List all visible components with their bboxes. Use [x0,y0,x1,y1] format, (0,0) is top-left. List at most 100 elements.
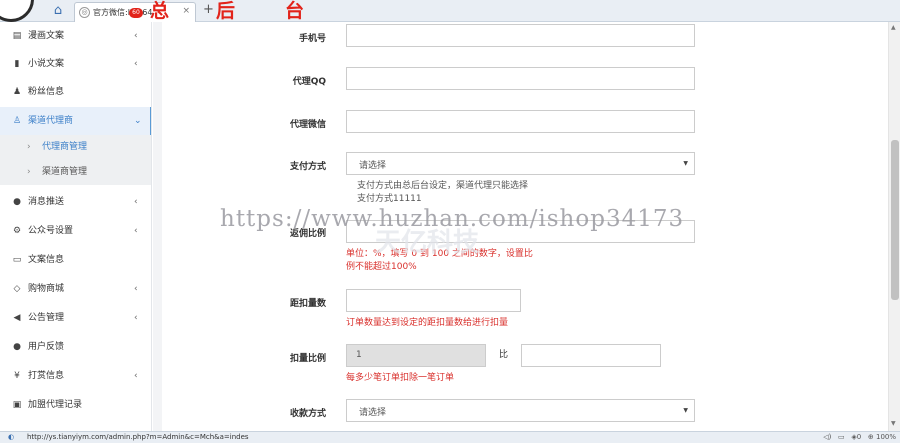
wechat-label: 代理微信 [289,120,326,130]
deduct-gap-label: 距扣量数 [289,299,326,309]
chat-bubble-icon: ● [13,197,21,207]
user-plus-icon: ♙ [12,116,22,126]
sidebar-item-label: 公告管理 [28,313,65,323]
browser-status-bar: ◐ http://ys.tianyiym.com/admin.php?m=Adm… [0,431,900,443]
book-icon: ▮ [14,59,20,69]
ratio-error-line-2: 例不能超过100% [346,262,417,272]
monitor-icon[interactable]: ▭ [838,433,845,441]
sidebar-item-label: 文案信息 [28,255,65,265]
chevron-left-icon: ‹ [134,371,138,381]
content-gutter [153,22,162,431]
payment-selected-value: 请选择 [359,161,387,171]
deduct-ratio-input[interactable]: 1 [346,344,486,367]
deduct-gap-input[interactable] [346,289,521,312]
app-logo [0,0,44,22]
receive-label: 收款方式 [289,409,326,419]
chevron-down-icon: ⌄ [134,116,142,126]
deduct-ratio-value: 1 [356,350,362,360]
tray-counter: 0 [856,433,862,441]
chevron-left-icon: ‹ [134,313,138,323]
deduct-ratio-separator: 比 [499,350,509,360]
overlay-char-1: 总 [150,0,170,22]
chevron-right-icon: › [27,142,31,152]
submenu-item-agent-management[interactable]: › 代理商管理 [0,135,151,160]
deduct-gap-error: 订单数量达到设定的距扣量数给进行扣量 [346,318,509,328]
home-icon[interactable]: ⌂ [50,3,66,19]
sidebar-item-label: 购物商城 [28,284,65,294]
scroll-up-icon[interactable]: ▲ [891,24,896,31]
watermark-url: https://www.huzhan.com/ishop34173 [220,206,685,232]
sidebar-item-label: 公众号设置 [28,226,74,236]
chevron-left-icon: ‹ [134,31,138,41]
tab-close-button[interactable]: × [182,6,190,16]
payment-hint-line-2: 支付方式11111 [357,194,422,204]
sidebar-item-rewards[interactable]: ¥ 打赏信息 ‹ [0,362,151,390]
notification-badge: 60 [129,8,143,18]
browser-tab-bar: ⌂ ◎ 官方微信:liu464 60 × + 总 后 台 [0,0,900,22]
sidebar-item-feedback[interactable]: ● 用户反馈 [0,333,151,361]
submenu-item-label: 渠道商管理 [42,167,88,177]
scroll-down-icon[interactable]: ▼ [891,420,896,427]
gears-icon: ⚙ [12,226,22,236]
list-card-icon: ▣ [12,400,22,410]
globe-icon: ◎ [79,7,90,18]
document-icon: ▤ [12,31,22,41]
sidebar-item-official-account[interactable]: ⚙ 公众号设置 ‹ [0,217,151,245]
chevron-right-icon: › [27,167,31,177]
phone-label: 手机号 [298,34,326,44]
zoom-level[interactable]: 100% [876,433,896,441]
sidebar-item-label: 渠道代理商 [28,116,74,126]
sidebar-item-label: 粉丝信息 [28,87,65,97]
sidebar-item-label: 消息推送 [28,197,65,207]
chevron-left-icon: ‹ [134,226,138,236]
chevron-left-icon: ‹ [134,197,138,207]
sidebar-item-comic-copy[interactable]: ▤ 漫画文案 ‹ [0,22,151,50]
caret-down-icon: ▼ [683,160,688,167]
overlay-char-2: 后 [216,0,236,22]
sidebar-item-label: 漫画文案 [28,31,65,41]
bullhorn-icon: ◀ [13,313,21,323]
zoom-icon[interactable]: ⊕ [868,433,874,441]
id-card-icon: ▭ [12,255,22,265]
sidebar-item-label: 打赏信息 [28,371,65,381]
receive-selected-value: 请选择 [359,408,387,418]
diamond-icon: ◇ [13,284,21,294]
submenu-item-channel-management[interactable]: › 渠道商管理 [0,160,151,185]
users-icon: ♟ [12,87,22,97]
sidebar: ▤ 漫画文案 ‹ ▮ 小说文案 ‹ ♟ 粉丝信息 ♙ 渠道代理商 ⌄ › 代理商… [0,22,152,431]
sidebar-item-message-push[interactable]: ● 消息推送 ‹ [0,188,151,216]
sidebar-item-shop[interactable]: ◇ 购物商城 ‹ [0,275,151,303]
phone-input[interactable] [346,24,695,47]
deduct-ratio-error: 每多少笔订单扣除一笔订单 [346,373,455,383]
status-tray: ◁) ▭ ◈0 ⊕ 100% [823,432,896,443]
sidebar-item-channel-agents[interactable]: ♙ 渠道代理商 ⌄ [0,107,151,135]
wechat-input[interactable] [346,110,695,133]
sidebar-item-announcements[interactable]: ◀ 公告管理 ‹ [0,304,151,332]
yen-icon: ¥ [14,371,20,381]
sidebar-item-label: 用户反馈 [28,342,65,352]
sidebar-item-fans[interactable]: ♟ 粉丝信息 [0,78,151,106]
submenu-item-label: 代理商管理 [42,142,88,152]
qq-label: 代理QQ [292,77,326,87]
payment-select[interactable]: 请选择 ▼ [346,152,695,175]
receive-select[interactable]: 请选择 ▼ [346,399,695,422]
new-tab-button[interactable]: + [203,2,214,17]
payment-hint-line-1: 支付方式由总后台设定，渠道代理只能选择 [357,181,529,191]
sidebar-item-label: 小说文案 [28,59,65,69]
sidebar-item-novel-copy[interactable]: ▮ 小说文案 ‹ [0,50,151,78]
qq-input[interactable] [346,67,695,90]
scrollbar-thumb[interactable] [891,140,899,300]
sidebar-item-copy-info[interactable]: ▭ 文案信息 [0,246,151,274]
payment-label: 支付方式 [289,162,326,172]
comment-icon: ● [13,342,21,352]
speaker-icon[interactable]: ◁) [823,433,831,441]
browser-tab[interactable]: ◎ 官方微信:liu464 60 × [74,2,196,22]
overlay-char-3: 台 [285,0,305,22]
sidebar-item-label: 加盟代理记录 [28,400,83,410]
deduct-ratio-label: 扣量比例 [289,354,326,364]
chevron-left-icon: ‹ [134,59,138,69]
globe-icon: ◐ [8,433,15,441]
vertical-scrollbar[interactable]: ▲ ▼ [888,22,900,431]
deduct-ratio-total-input[interactable] [521,344,661,367]
sidebar-item-agent-records[interactable]: ▣ 加盟代理记录 [0,391,151,419]
